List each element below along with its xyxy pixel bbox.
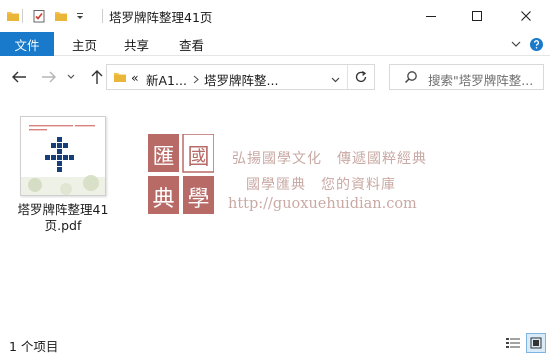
seal-char: 國 <box>187 145 210 170</box>
large-icons-view-icon[interactable] <box>526 333 546 353</box>
up-button[interactable] <box>86 66 108 88</box>
minimize-button[interactable] <box>408 0 454 31</box>
close-button[interactable] <box>502 0 550 31</box>
address-bar[interactable]: « 新A1... 塔罗牌阵整... <box>106 64 375 90</box>
navigation-bar: « 新A1... 塔罗牌阵整... 搜索"塔罗牌阵整... <box>0 56 550 98</box>
seal-char: 典 <box>152 187 175 212</box>
seal-char: 匯 <box>152 145 175 170</box>
breadcrumb-item[interactable]: 新A1... <box>146 70 187 89</box>
breadcrumb-overflow[interactable]: « <box>131 70 139 85</box>
toolbar-separator <box>22 9 23 23</box>
item-count: 1 个项目 <box>9 339 59 354</box>
customize-toolbar-icon[interactable] <box>72 7 88 25</box>
search-icon <box>404 70 418 87</box>
watermark-subtitle: 國學匯典 您的資料庫 <box>246 177 396 193</box>
forward-button[interactable] <box>38 66 60 88</box>
title-separator <box>102 9 103 23</box>
properties-icon[interactable] <box>30 7 48 25</box>
chevron-down-icon[interactable] <box>331 73 340 87</box>
refresh-icon[interactable] <box>354 70 368 87</box>
address-divider <box>347 65 348 89</box>
tab-share[interactable]: 共享 <box>124 32 149 56</box>
details-view-icon[interactable] <box>503 333 523 353</box>
file-name: 塔罗牌阵整理41 页.pdf <box>14 202 112 234</box>
title-bar: 塔罗牌阵整理41页 <box>0 0 550 32</box>
file-name-line: 塔罗牌阵整理41 <box>17 202 109 217</box>
expand-ribbon-icon[interactable] <box>509 36 523 52</box>
breadcrumb-item[interactable]: 塔罗牌阵整... <box>204 70 278 89</box>
seal-char: 學 <box>187 187 210 212</box>
back-button[interactable] <box>8 66 30 88</box>
search-box[interactable]: 搜索"塔罗牌阵整... <box>389 64 544 90</box>
chevron-right-icon[interactable] <box>193 73 199 87</box>
file-name-line: 页.pdf <box>44 218 82 233</box>
folder-icon <box>113 70 127 87</box>
file-item[interactable]: 塔罗牌阵整理41 页.pdf <box>14 112 112 242</box>
folder-icon <box>6 7 20 25</box>
status-bar: 1 个项目 <box>0 330 550 356</box>
pdf-thumbnail <box>20 116 106 196</box>
new-folder-icon[interactable] <box>52 7 70 25</box>
recent-locations-icon[interactable] <box>64 66 78 88</box>
file-list[interactable]: 塔罗牌阵整理41 页.pdf 匯 國 典 學 弘揚國學文化 傳遞國粹經典 國學匯… <box>0 98 550 330</box>
window-title: 塔罗牌阵整理41页 <box>109 10 213 25</box>
tab-view[interactable]: 查看 <box>179 32 204 56</box>
watermark-url: http://guoxuehuidian.com <box>228 196 417 212</box>
search-placeholder: 搜索"塔罗牌阵整... <box>428 73 534 88</box>
watermark-slogan: 弘揚國學文化 傳遞國粹經典 <box>232 151 427 167</box>
watermark-seal: 匯 國 典 學 <box>148 133 215 214</box>
help-icon[interactable] <box>528 36 544 52</box>
maximize-button[interactable] <box>454 0 500 31</box>
ribbon-tabs: 文件 主页 共享 查看 <box>0 32 550 56</box>
tab-home[interactable]: 主页 <box>72 32 97 56</box>
tab-file[interactable]: 文件 <box>0 32 54 56</box>
